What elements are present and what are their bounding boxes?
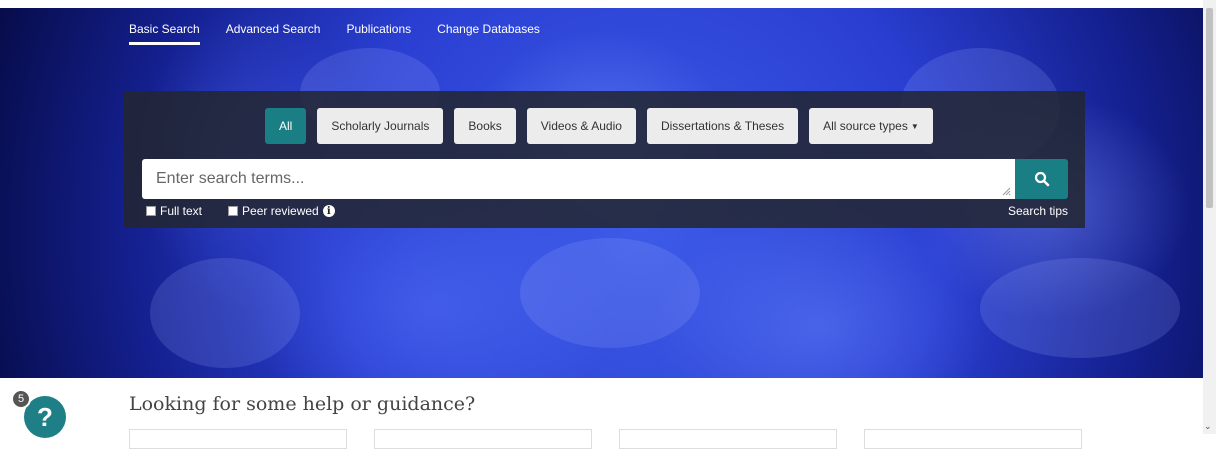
help-card[interactable] (864, 429, 1082, 449)
info-icon[interactable]: i (322, 205, 335, 217)
notification-badge: 5 (11, 389, 31, 409)
search-options: Full text Peer reviewed i (146, 204, 361, 218)
nav-basic-search[interactable]: Basic Search (129, 22, 200, 45)
help-card[interactable] (374, 429, 592, 449)
search-panel: All Scholarly Journals Books Videos & Au… (124, 91, 1085, 228)
peer-reviewed-checkbox[interactable] (228, 206, 239, 216)
help-heading: Looking for some help or guidance? (129, 393, 476, 415)
hero-texture (980, 258, 1180, 358)
search-icon (1034, 171, 1049, 187)
search-button[interactable] (1015, 159, 1068, 199)
chip-dissertations-theses[interactable]: Dissertations & Theses (646, 108, 799, 144)
help-card[interactable] (619, 429, 837, 449)
nav-advanced-search[interactable]: Advanced Search (226, 22, 321, 45)
source-types-dropdown-label: All source types (823, 119, 908, 133)
search-box (142, 159, 1015, 199)
full-text-checkbox[interactable] (146, 206, 156, 216)
peer-reviewed-option[interactable]: Peer reviewed i (228, 204, 335, 218)
hero-texture (150, 258, 300, 368)
scrollbar-thumb[interactable] (1206, 8, 1213, 208)
source-types-dropdown[interactable]: All source types ▼ (809, 108, 933, 144)
full-text-option[interactable]: Full text (146, 204, 202, 218)
source-type-chips: All Scholarly Journals Books Videos & Au… (265, 108, 944, 144)
chip-videos-audio[interactable]: Videos & Audio (526, 108, 636, 144)
full-text-label: Full text (160, 204, 203, 218)
hero-texture (520, 238, 700, 348)
peer-reviewed-label: Peer reviewed (242, 204, 319, 218)
page-scrollbar[interactable]: ⌄ (1203, 0, 1216, 434)
caret-down-icon: ▼ (910, 121, 919, 131)
chip-all[interactable]: All (265, 108, 307, 144)
search-tips-link[interactable]: Search tips (1008, 204, 1068, 218)
chip-books[interactable]: Books (454, 108, 516, 144)
help-card[interactable] (129, 429, 347, 449)
nav-change-databases[interactable]: Change Databases (437, 22, 540, 45)
scroll-down-arrow-icon[interactable]: ⌄ (1204, 421, 1212, 432)
search-input[interactable] (142, 159, 1015, 199)
chip-scholarly-journals[interactable]: Scholarly Journals (317, 108, 444, 144)
nav-publications[interactable]: Publications (346, 22, 411, 45)
resize-handle-icon[interactable] (1001, 186, 1011, 196)
top-navigation: Basic Search Advanced Search Publication… (129, 22, 566, 45)
help-cards (129, 429, 1109, 449)
help-icon: ? (37, 401, 53, 432)
